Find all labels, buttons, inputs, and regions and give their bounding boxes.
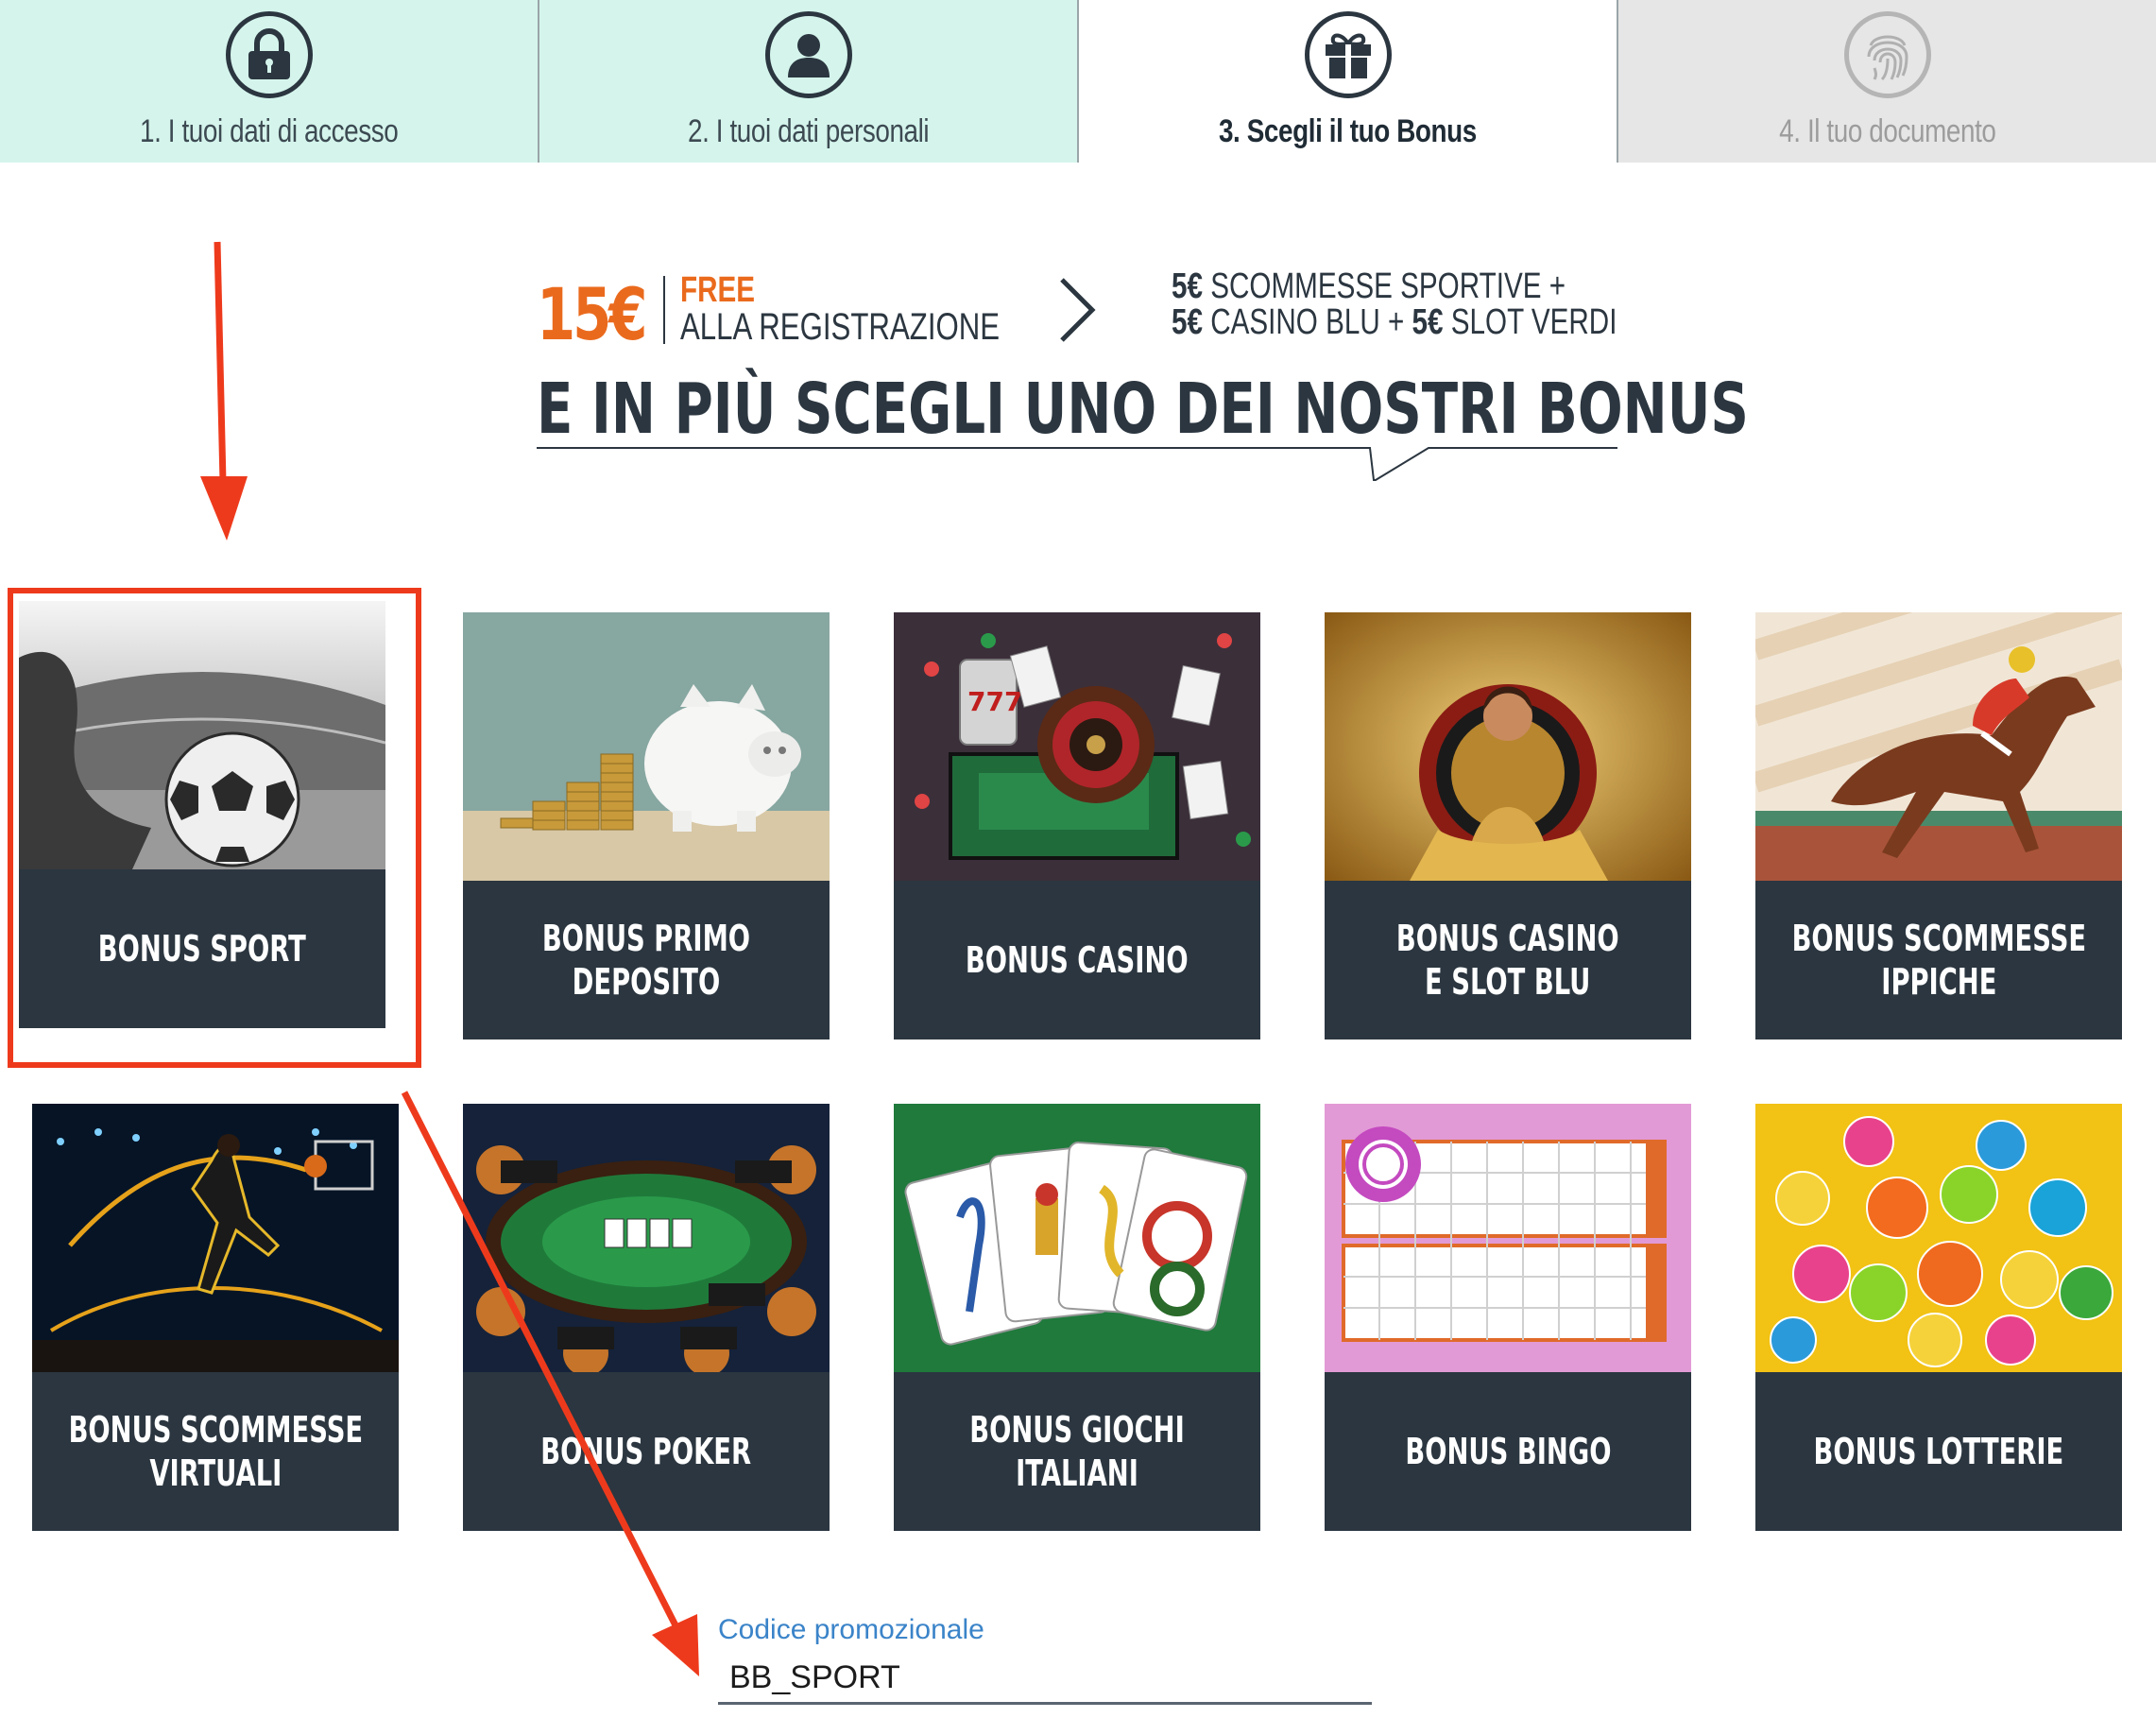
speech-underline (537, 447, 1617, 481)
arrow-down-icon (200, 241, 248, 541)
chevron-right-icon (1056, 276, 1098, 349)
casino-roulette-image: 777 (894, 612, 1260, 881)
bonus-card-ippiche[interactable]: BONUS SCOMMESSE IPPICHE (1755, 612, 2122, 1039)
bonus-card-giochi-italiani[interactable]: BONUS GIOCHI ITALIANI (894, 1104, 1260, 1531)
bonus-card-virtuali[interactable]: BONUS SCOMMESSE VIRTUALI (32, 1104, 399, 1531)
step-document[interactable]: 4. Il tuo documento (1617, 0, 2156, 163)
promo-headline: E IN PIÙ SCEGLI UNO DEI NOSTRI BONUS (537, 369, 1749, 450)
registration-steps: 1. I tuoi dati di accesso 2. I tuoi dati… (0, 0, 2156, 163)
fingerprint-icon (1843, 11, 1931, 98)
bonus-subtitle: IPPICHE (1880, 961, 1997, 1003)
lock-icon (225, 11, 313, 98)
bonus-caption: BONUS SCOMMESSE IPPICHE (1755, 881, 2122, 1039)
bonus-caption: BONUS GIOCHI ITALIANI (894, 1372, 1260, 1531)
bonus-subtitle: E SLOT BLU (1425, 961, 1591, 1003)
bonus-caption: BONUS BINGO (1325, 1372, 1691, 1531)
bonus-caption: BONUS CASINO (894, 881, 1260, 1039)
bonus-title: BONUS PRIMO (541, 918, 751, 959)
promo-split-amount: 5€ (1172, 302, 1203, 342)
promo-split-amount: 5€ (1412, 302, 1444, 342)
italian-cards-image (894, 1104, 1260, 1372)
poker-table-image (463, 1104, 830, 1372)
bonus-title: BONUS SCOMMESSE (1791, 918, 2086, 959)
step-access-data[interactable]: 1. I tuoi dati di accesso (0, 0, 538, 163)
gift-icon (1304, 11, 1392, 98)
step-number: 2. (687, 113, 710, 149)
promo-free: FREE (680, 270, 756, 310)
horse-racing-image (1755, 612, 2122, 881)
promo-split-text: CASINO BLU + (1210, 302, 1405, 342)
promo-code-field: Codice promozionale (718, 1614, 1372, 1705)
bonus-subtitle: VIRTUALI (148, 1452, 282, 1494)
bonus-title: BONUS GIOCHI (969, 1409, 1185, 1451)
step-number: 3. (1219, 113, 1241, 149)
promo-code-label: Codice promozionale (718, 1614, 984, 1645)
step-number: 1. (139, 113, 162, 149)
step-label: I tuoi dati personali (715, 113, 930, 149)
bonus-subtitle: DEPOSITO (572, 961, 721, 1003)
bingo-card-image (1325, 1104, 1691, 1372)
bonus-card-poker[interactable]: BONUS POKER (463, 1104, 830, 1531)
bonus-caption: BONUS SCOMMESSE VIRTUALI (32, 1372, 399, 1531)
bonus-title: BONUS BINGO (1404, 1431, 1612, 1472)
promo-split-line2: 5€ CASINO BLU + 5€ SLOT VERDI (1172, 302, 1617, 343)
bonus-card-casino[interactable]: 777 BONUS CASINO (894, 612, 1260, 1039)
user-icon (764, 11, 852, 98)
bonus-title: BONUS CASINO (1396, 918, 1619, 959)
step-label: Il tuo documento (1806, 113, 1996, 149)
promo-split-text: SLOT VERDI (1450, 302, 1617, 342)
lottery-balls-image (1755, 1104, 2122, 1372)
promo-banner: 15€ FREE ALLA REGISTRAZIONE 5€ SCOMMESSE… (537, 265, 1749, 491)
selected-bonus-highlight (8, 588, 421, 1068)
svg-text:777: 777 (967, 686, 1022, 717)
bonus-card-bingo[interactable]: BONUS BINGO (1325, 1104, 1691, 1531)
step-label: I tuoi dati di accesso (167, 113, 399, 149)
promo-divider (663, 276, 665, 344)
promo-split-text: SCOMMESSE SPORTIVE + (1210, 266, 1566, 306)
promo-amount: 15€ (537, 272, 648, 356)
step-choose-bonus[interactable]: 3. Scegli il tuo Bonus (1077, 0, 1617, 163)
step-personal-data[interactable]: 2. I tuoi dati personali (538, 0, 1077, 163)
bonus-card-lotterie[interactable]: BONUS LOTTERIE (1755, 1104, 2122, 1531)
bonus-title: BONUS LOTTERIE (1813, 1431, 2064, 1472)
casino-woman-roulette-image (1325, 612, 1691, 881)
bonus-title: BONUS POKER (540, 1431, 752, 1472)
bonus-card-casino-slot-blu[interactable]: BONUS CASINO E SLOT BLU (1325, 612, 1691, 1039)
step-number: 4. (1778, 113, 1801, 149)
promo-split-amount: 5€ (1172, 266, 1203, 306)
bonus-subtitle: ITALIANI (1016, 1452, 1138, 1494)
promo-split-line1: 5€ SCOMMESSE SPORTIVE + (1172, 266, 1566, 307)
step-label: Scegli il tuo Bonus (1246, 113, 1478, 149)
bonus-caption: BONUS POKER (463, 1372, 830, 1531)
promo-code-input[interactable] (718, 1654, 1372, 1705)
bonus-card-primo-deposito[interactable]: BONUS PRIMO DEPOSITO (463, 612, 830, 1039)
promo-registration: ALLA REGISTRAZIONE (680, 306, 1001, 348)
bonus-caption: BONUS PRIMO DEPOSITO (463, 881, 830, 1039)
bonus-title: BONUS CASINO (966, 939, 1189, 981)
bonus-title: BONUS SCOMMESSE (68, 1409, 363, 1451)
bonus-caption: BONUS CASINO E SLOT BLU (1325, 881, 1691, 1039)
piggy-bank-image (463, 612, 830, 881)
basketball-player-image (32, 1104, 399, 1372)
bonus-caption: BONUS LOTTERIE (1755, 1372, 2122, 1531)
